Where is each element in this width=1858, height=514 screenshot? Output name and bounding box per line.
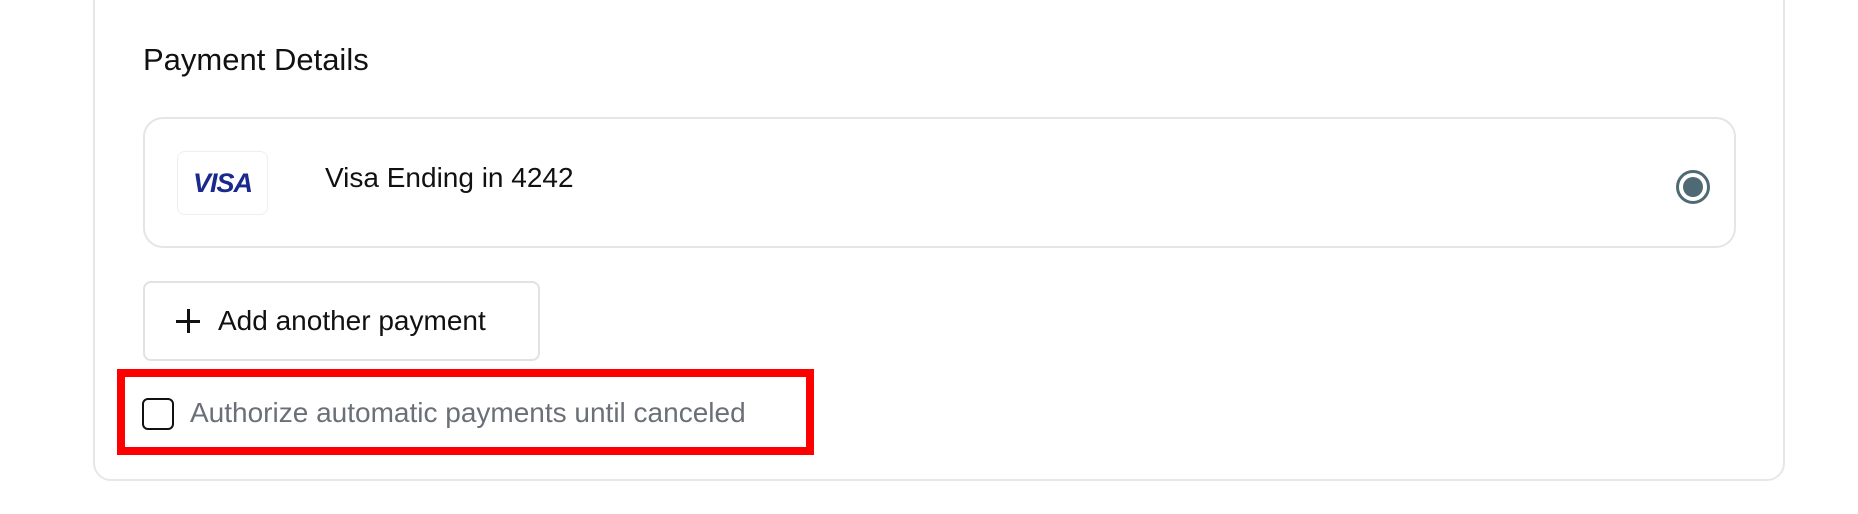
section-title: Payment Details — [143, 42, 369, 77]
visa-logo: VISA — [177, 151, 268, 215]
add-payment-label: Add another payment — [218, 305, 486, 336]
page: Payment Details VISA Visa Ending in 4242… — [0, 0, 1858, 514]
saved-card-label: Visa Ending in 4242 — [325, 162, 574, 193]
plus-icon — [176, 309, 200, 333]
authorize-checkbox[interactable] — [142, 398, 174, 430]
visa-brand-text: VISA — [192, 167, 253, 198]
authorize-checkbox-label[interactable]: Authorize automatic payments until cance… — [190, 395, 746, 431]
card-radio-button[interactable] — [1676, 170, 1710, 204]
add-payment-button[interactable]: Add another payment — [143, 281, 540, 361]
radio-selected-dot — [1683, 177, 1703, 197]
